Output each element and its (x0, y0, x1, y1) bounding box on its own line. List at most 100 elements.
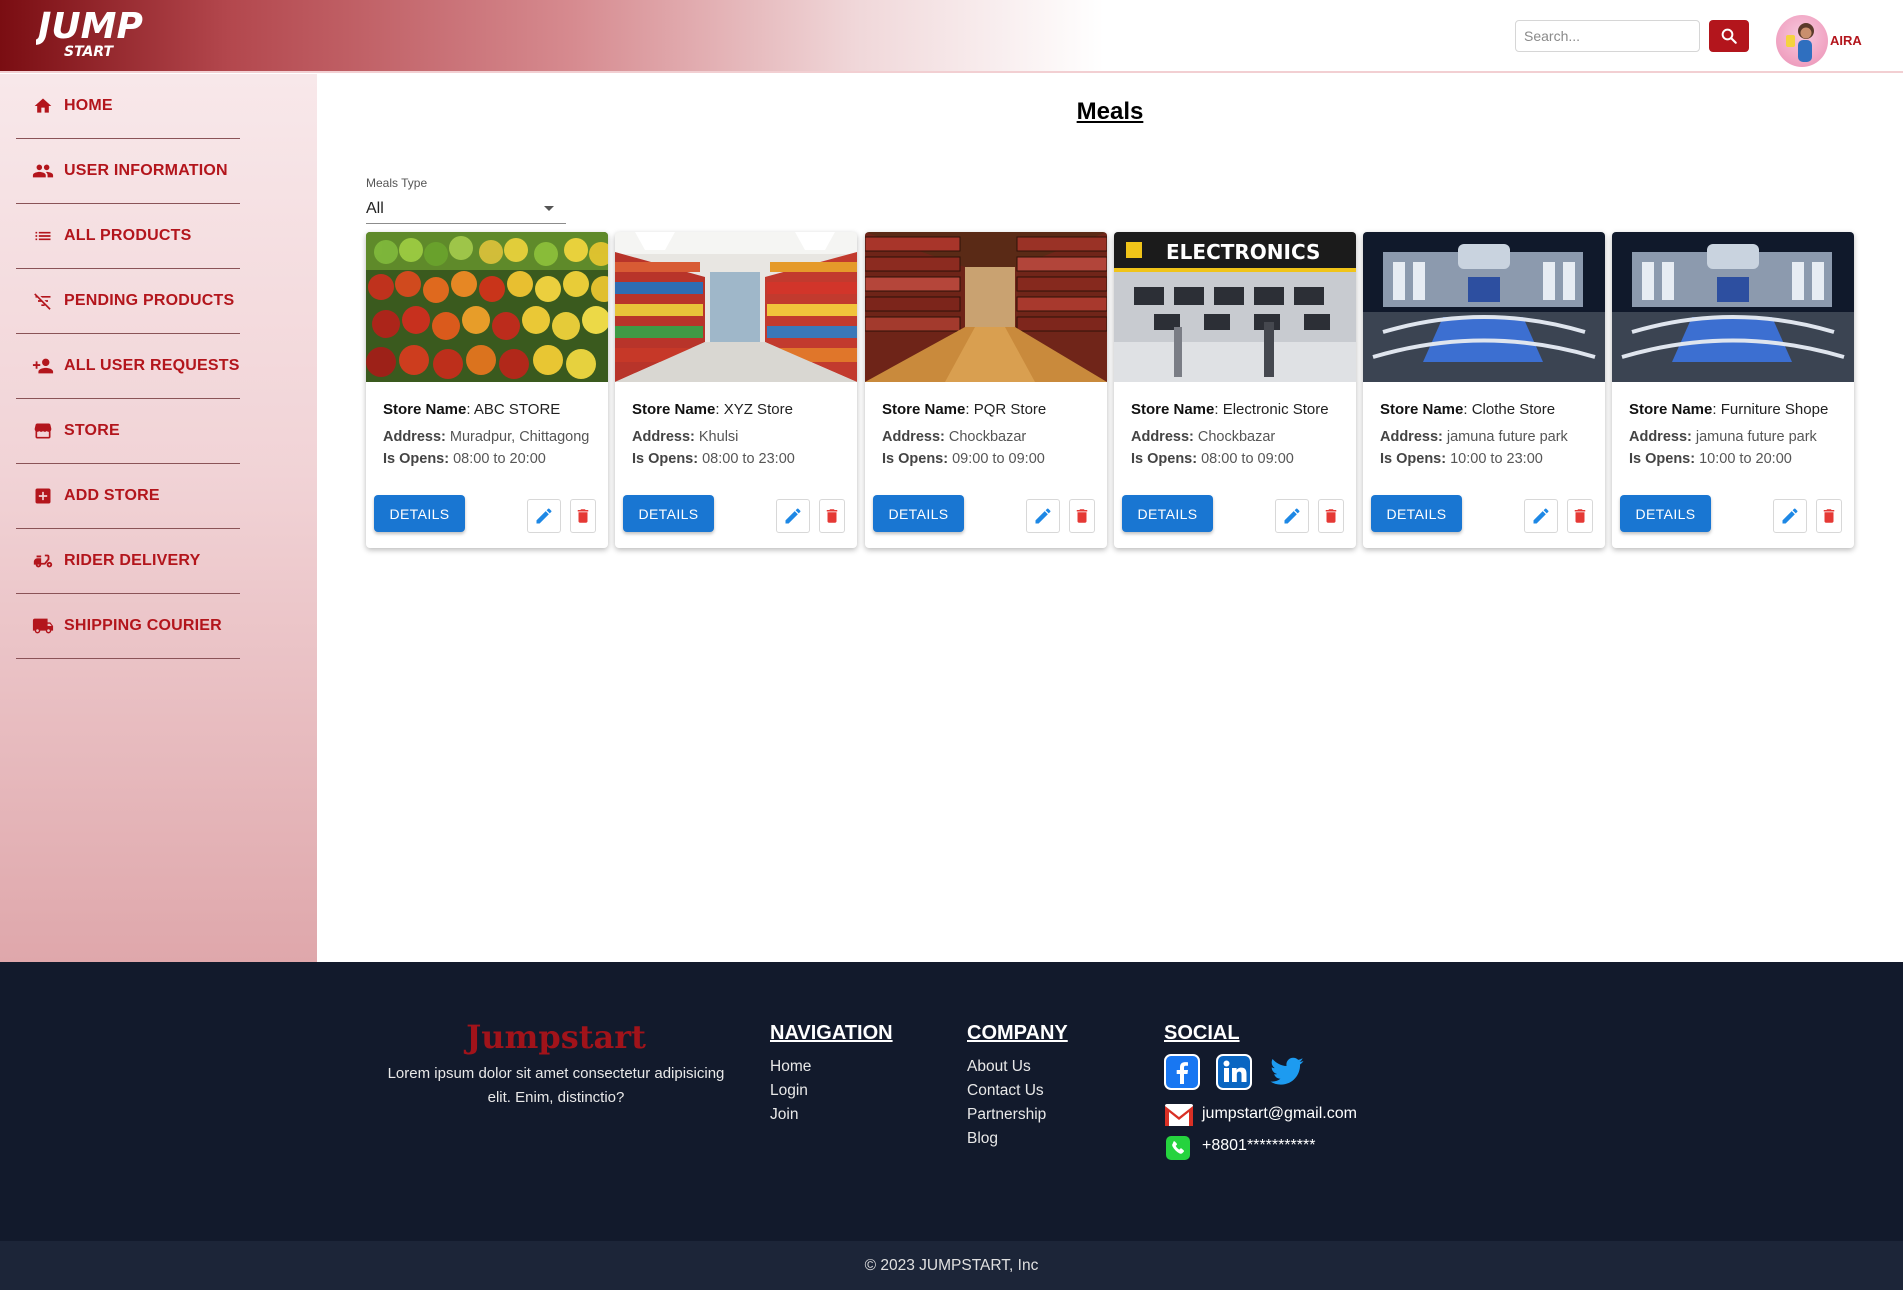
store-card: Store Name: Furniture Shope Address: jam… (1612, 232, 1854, 548)
delete-button[interactable] (1567, 499, 1593, 533)
store-name-line: Store Name: ABC STORE (383, 401, 561, 418)
trash-icon (1823, 509, 1835, 523)
edit-button[interactable] (1026, 499, 1060, 533)
store-image-shopping-mall-night (1363, 232, 1605, 382)
store-hours-line: Is Opens: 10:00 to 20:00 (1629, 451, 1792, 467)
avatar[interactable] (1776, 15, 1828, 67)
sidebar-item-home[interactable]: HOME (16, 74, 240, 139)
pencil-icon (1782, 508, 1798, 524)
users-icon (32, 160, 54, 182)
home-icon (32, 95, 54, 117)
store-address-line: Address: Muradpur, Chittagong (383, 429, 590, 445)
copyright-text: © 2023 JUMPSTART, Inc (864, 1257, 1039, 1274)
store-name-value: Furniture Shope (1720, 401, 1829, 418)
delete-button[interactable] (1318, 499, 1344, 533)
pencil-icon (1284, 508, 1300, 524)
store-card: ELECTRONICS Store Name: Electronic Store… (1114, 232, 1356, 548)
details-button[interactable]: DETAILS (374, 495, 465, 532)
sidebar-item-user-information[interactable]: USER INFORMATION (16, 139, 240, 204)
store-hours-line: Is Opens: 08:00 to 09:00 (1131, 451, 1294, 467)
store-name-value: Clothe Store (1471, 401, 1556, 418)
footer-email[interactable]: jumpstart@gmail.com (1202, 1105, 1357, 1123)
footer-link-login[interactable]: Login (770, 1082, 808, 1100)
details-button[interactable]: DETAILS (1371, 495, 1462, 532)
sidebar-item-pending-products[interactable]: PENDING PRODUCTS (16, 269, 240, 334)
store-address-value: Chockbazar (948, 429, 1027, 445)
edit-button[interactable] (1524, 499, 1558, 533)
sidebar-item-rider-delivery[interactable]: RIDER DELIVERY (16, 529, 240, 594)
meals-type-select[interactable]: All (366, 194, 566, 224)
sidebar-item-label: STORE (64, 422, 120, 439)
details-button[interactable]: DETAILS (873, 495, 964, 532)
user-name[interactable]: AIRA (1830, 33, 1862, 48)
edit-button[interactable] (1275, 499, 1309, 533)
delete-button[interactable] (1069, 499, 1095, 533)
sidebar-item-add-store[interactable]: ADD STORE (16, 464, 240, 529)
store-address-value: Muradpur, Chittagong (449, 429, 590, 445)
store-image-electronics-store: ELECTRONICS (1114, 232, 1356, 382)
footer-description: Lorem ipsum dolor sit amet consectetur a… (387, 1065, 725, 1106)
store-hours-value: 08:00 to 23:00 (702, 451, 795, 467)
footer: Jumpstart Lorem ipsum dolor sit amet con… (0, 962, 1903, 1241)
store-card: Store Name: XYZ Store Address: Khulsi Is… (615, 232, 857, 548)
footer-phone[interactable]: +8801*********** (1202, 1137, 1315, 1155)
pencil-icon (785, 508, 801, 524)
store-hours-value: 09:00 to 09:00 (952, 451, 1045, 467)
store-address-line: Address: jamuna future park (1629, 429, 1817, 445)
details-button[interactable]: DETAILS (1122, 495, 1213, 532)
trash-icon (826, 509, 838, 523)
sidebar-item-shipping-courier[interactable]: SHIPPING COURIER (16, 594, 240, 659)
sidebar-item-all-user-requests[interactable]: ALL USER REQUESTS (16, 334, 240, 399)
store-image-shopping-mall-night (1612, 232, 1854, 382)
store-name-value: Electronic Store (1222, 401, 1329, 418)
trash-icon (1325, 509, 1337, 523)
footer-link-join[interactable]: Join (770, 1106, 798, 1124)
details-button[interactable]: DETAILS (623, 495, 714, 532)
delete-button[interactable] (1816, 499, 1842, 533)
sidebar-item-label: HOME (64, 97, 113, 114)
store-address-value: Khulsi (698, 429, 739, 445)
sidebar-item-store[interactable]: STORE (16, 399, 240, 464)
meals-type-label: Meals Type (366, 176, 428, 190)
edit-button[interactable] (776, 499, 810, 533)
svg-text:ELECTRONICS: ELECTRONICS (1166, 240, 1320, 264)
sidebar-item-label: PENDING PRODUCTS (64, 292, 235, 309)
store-hours-value: 10:00 to 23:00 (1450, 451, 1543, 467)
gmail-icon (1165, 1104, 1193, 1126)
chevron-down-icon (544, 206, 554, 211)
trash-icon (577, 509, 589, 523)
footer-link-blog[interactable]: Blog (967, 1130, 998, 1148)
delete-button[interactable] (819, 499, 845, 533)
footer-link-contact-us[interactable]: Contact Us (967, 1082, 1044, 1100)
facebook-icon[interactable] (1164, 1054, 1200, 1090)
top-header: JUMP START AIRA (0, 0, 1903, 73)
sidebar: HOME USER INFORMATION ALL PRODUCTS PENDI… (0, 74, 317, 962)
page-title: Meals (1076, 98, 1144, 125)
footer-link-about-us[interactable]: About Us (967, 1058, 1031, 1076)
twitter-icon[interactable] (1268, 1054, 1304, 1090)
sidebar-item-label: ALL PRODUCTS (64, 227, 192, 244)
store-hours-line: Is Opens: 08:00 to 20:00 (383, 451, 546, 467)
plus-box-icon (32, 485, 54, 507)
store-hours-line: Is Opens: 08:00 to 23:00 (632, 451, 795, 467)
store-image-fruit-market (366, 232, 608, 382)
edit-button[interactable] (1773, 499, 1807, 533)
search-button[interactable] (1709, 20, 1749, 52)
search-icon (1721, 28, 1737, 44)
footer-link-home[interactable]: Home (770, 1058, 811, 1076)
search-input[interactable] (1515, 20, 1700, 52)
linkedin-icon[interactable] (1216, 1054, 1252, 1090)
edit-button[interactable] (527, 499, 561, 533)
store-name-line: Store Name: Clothe Store (1380, 401, 1556, 418)
store-hours-value: 10:00 to 20:00 (1699, 451, 1792, 467)
details-button[interactable]: DETAILS (1620, 495, 1711, 532)
filter-off-icon (32, 290, 54, 312)
pencil-icon (1533, 508, 1549, 524)
footer-link-partnership[interactable]: Partnership (967, 1106, 1046, 1124)
sidebar-item-label: ADD STORE (64, 487, 160, 504)
jumpstart-logo[interactable]: JUMP START (32, 4, 156, 66)
footer-navigation-heading: NAVIGATION (770, 1022, 893, 1044)
footer-company-heading: COMPANY (967, 1022, 1068, 1044)
delete-button[interactable] (570, 499, 596, 533)
sidebar-item-all-products[interactable]: ALL PRODUCTS (16, 204, 240, 269)
